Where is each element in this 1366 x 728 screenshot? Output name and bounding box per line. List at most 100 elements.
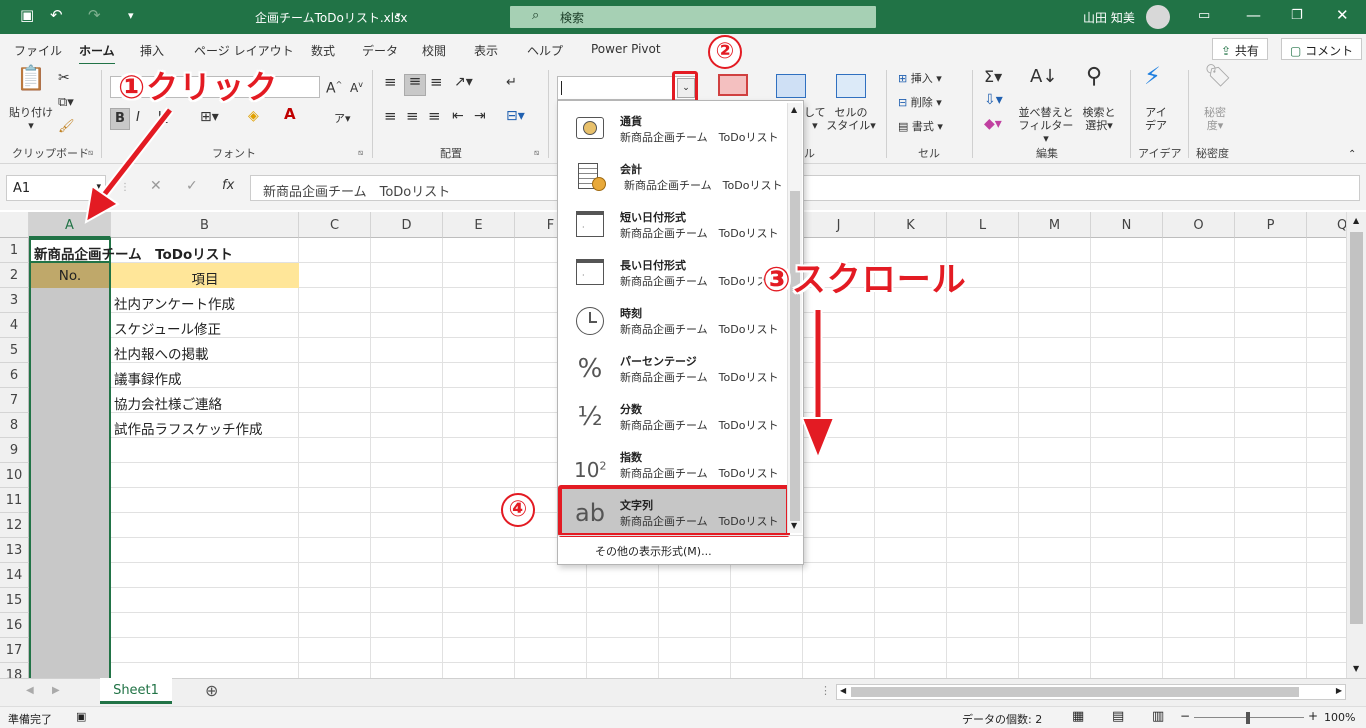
shrink-font-icon[interactable]: Av: [350, 78, 363, 95]
row-header-12[interactable]: 12: [0, 513, 29, 538]
tab-home[interactable]: ホーム: [79, 42, 115, 66]
tab-help[interactable]: ヘルプ: [527, 42, 563, 59]
row-header-18[interactable]: 18: [0, 663, 29, 678]
zoom-in-icon[interactable]: +: [1308, 709, 1318, 723]
scroll-right-icon[interactable]: ▶: [1336, 686, 1342, 695]
insert-function-icon[interactable]: fx: [222, 178, 234, 193]
page-break-view-icon[interactable]: ▥: [1152, 709, 1164, 724]
scroll-up-icon[interactable]: ▲: [1353, 216, 1359, 225]
find-select-icon[interactable]: ⚲: [1086, 66, 1102, 88]
row-header-10[interactable]: 10: [0, 463, 29, 488]
new-sheet-icon[interactable]: ⊕: [205, 681, 218, 700]
tab-file[interactable]: ファイル: [14, 42, 62, 59]
align-left-icon[interactable]: ≡: [384, 109, 397, 124]
ribbon-display-icon[interactable]: ▭: [1198, 8, 1210, 23]
avatar[interactable]: [1146, 5, 1170, 29]
scroll-left-icon[interactable]: ◀: [840, 686, 846, 695]
dropdown-scroll-up-icon[interactable]: ▲: [791, 105, 797, 114]
align-top-icon[interactable]: ≡: [384, 75, 397, 90]
sheet-tab-sheet1[interactable]: Sheet1: [100, 678, 172, 704]
minimize-icon[interactable]: —: [1246, 6, 1261, 24]
column-header-p[interactable]: P: [1235, 212, 1307, 238]
clear-icon[interactable]: ◆▾: [984, 117, 1002, 131]
tab-split-icon[interactable]: ⋮: [820, 684, 831, 697]
tab-insert[interactable]: 挿入: [140, 42, 164, 59]
tab-formulas[interactable]: 数式: [311, 42, 335, 59]
row-header-1[interactable]: 1: [0, 238, 29, 263]
row-header-17[interactable]: 17: [0, 638, 29, 663]
increase-indent-icon[interactable]: ⇥: [474, 109, 486, 123]
font-launcher-icon[interactable]: ⧅: [358, 146, 363, 159]
row-header-2[interactable]: 2: [0, 263, 29, 288]
row-header-11[interactable]: 11: [0, 488, 29, 513]
autosum-icon[interactable]: Σ▾: [984, 69, 1002, 85]
prev-sheet-icon[interactable]: ◀: [26, 685, 34, 696]
paste-icon[interactable]: 📋: [14, 66, 48, 102]
format-cells-button[interactable]: ▤ 書式 ▾: [898, 120, 943, 133]
fill-icon[interactable]: ⇩▾: [984, 93, 1003, 107]
dropdown-scroll-down-icon[interactable]: ▼: [791, 521, 797, 530]
column-header-e[interactable]: E: [443, 212, 515, 238]
close-icon[interactable]: ✕: [1336, 6, 1349, 24]
merge-center-icon[interactable]: ⊟▾: [506, 109, 525, 123]
cell-b8[interactable]: 試作品ラフスケッチ作成: [111, 413, 263, 438]
normal-view-icon[interactable]: ▦: [1072, 709, 1084, 724]
column-header-n[interactable]: N: [1091, 212, 1163, 238]
format-item-2[interactable]: · 短い日付形式 新商品企画チーム ToDoリスト: [560, 201, 788, 249]
undo-icon[interactable]: ↶: [50, 6, 63, 24]
cell-b7[interactable]: 協力会社様ご連絡: [111, 388, 222, 413]
format-item-3[interactable]: · 長い日付形式 新商品企画チーム ToDoリスト: [560, 249, 788, 297]
format-item-0[interactable]: 通貨 新商品企画チーム ToDoリスト: [560, 105, 788, 153]
conditional-format-icon[interactable]: [718, 74, 748, 96]
cell-styles-button[interactable]: セルの スタイル▾: [826, 106, 876, 132]
wrap-text-icon[interactable]: ↵: [506, 76, 517, 89]
column-header-j[interactable]: J: [803, 212, 875, 238]
zoom-level[interactable]: 100%: [1324, 711, 1355, 724]
title-dropdown-icon[interactable]: ▾: [396, 11, 401, 21]
redo-icon[interactable]: ↷: [88, 6, 101, 24]
alignment-launcher-icon[interactable]: ⧅: [534, 146, 539, 159]
border-icon[interactable]: ⊞▾: [200, 110, 219, 124]
tab-power-pivot[interactable]: Power Pivot: [591, 42, 661, 56]
row-header-3[interactable]: 3: [0, 288, 29, 313]
sensitivity-icon[interactable]: 🏷: [1204, 66, 1232, 88]
sort-filter-button[interactable]: 並べ替えと フィルター▾: [1018, 106, 1074, 145]
column-header-d[interactable]: D: [371, 212, 443, 238]
customize-qat-icon[interactable]: ▾: [128, 9, 134, 22]
vertical-scrollbar[interactable]: ▲ ▼: [1346, 212, 1366, 678]
phonetic-icon[interactable]: ア▾: [334, 112, 351, 125]
ideas-icon[interactable]: ⚡: [1144, 64, 1161, 88]
align-bottom-icon[interactable]: ≡: [430, 75, 443, 90]
horizontal-scrollbar[interactable]: ◀ ▶: [836, 684, 1346, 700]
tab-view[interactable]: 表示: [474, 42, 498, 59]
collapse-ribbon-icon[interactable]: ⌃: [1348, 148, 1356, 161]
column-header-l[interactable]: L: [947, 212, 1019, 238]
column-header-c[interactable]: C: [299, 212, 371, 238]
scroll-down-icon[interactable]: ▼: [1353, 664, 1359, 673]
format-as-table-icon[interactable]: [776, 74, 806, 98]
format-as-table-label[interactable]: して ▾: [804, 106, 826, 132]
format-item-7[interactable]: 102 指数 新商品企画チーム ToDoリスト: [560, 441, 788, 489]
cell-a2[interactable]: No.: [29, 263, 111, 288]
grow-font-icon[interactable]: A^: [326, 78, 342, 96]
row-header-4[interactable]: 4: [0, 313, 29, 338]
column-header-k[interactable]: K: [875, 212, 947, 238]
cut-icon[interactable]: ✂: [58, 71, 70, 85]
cell-b5[interactable]: 社内報への掲載: [111, 338, 209, 363]
row-header-14[interactable]: 14: [0, 563, 29, 588]
insert-cells-button[interactable]: ⊞ 挿入 ▾: [898, 72, 942, 85]
row-header-5[interactable]: 5: [0, 338, 29, 363]
tab-review[interactable]: 校閲: [422, 42, 446, 59]
vertical-scroll-thumb[interactable]: [1350, 232, 1363, 624]
orientation-icon[interactable]: ↗▾: [454, 75, 473, 89]
tab-page-layout[interactable]: ページ レイアウト: [194, 42, 294, 59]
find-select-button[interactable]: 検索と 選択▾: [1078, 106, 1120, 132]
sensitivity-button[interactable]: 秘密 度▾: [1198, 106, 1232, 132]
fill-color-icon[interactable]: ◈: [248, 109, 259, 123]
align-middle-icon[interactable]: ≡: [404, 74, 426, 96]
horizontal-scroll-thumb[interactable]: [851, 687, 1299, 697]
align-center-icon[interactable]: ≡: [406, 109, 419, 124]
next-sheet-icon[interactable]: ▶: [52, 685, 60, 696]
column-header-o[interactable]: O: [1163, 212, 1235, 238]
delete-cells-button[interactable]: ⊟ 削除 ▾: [898, 96, 942, 109]
